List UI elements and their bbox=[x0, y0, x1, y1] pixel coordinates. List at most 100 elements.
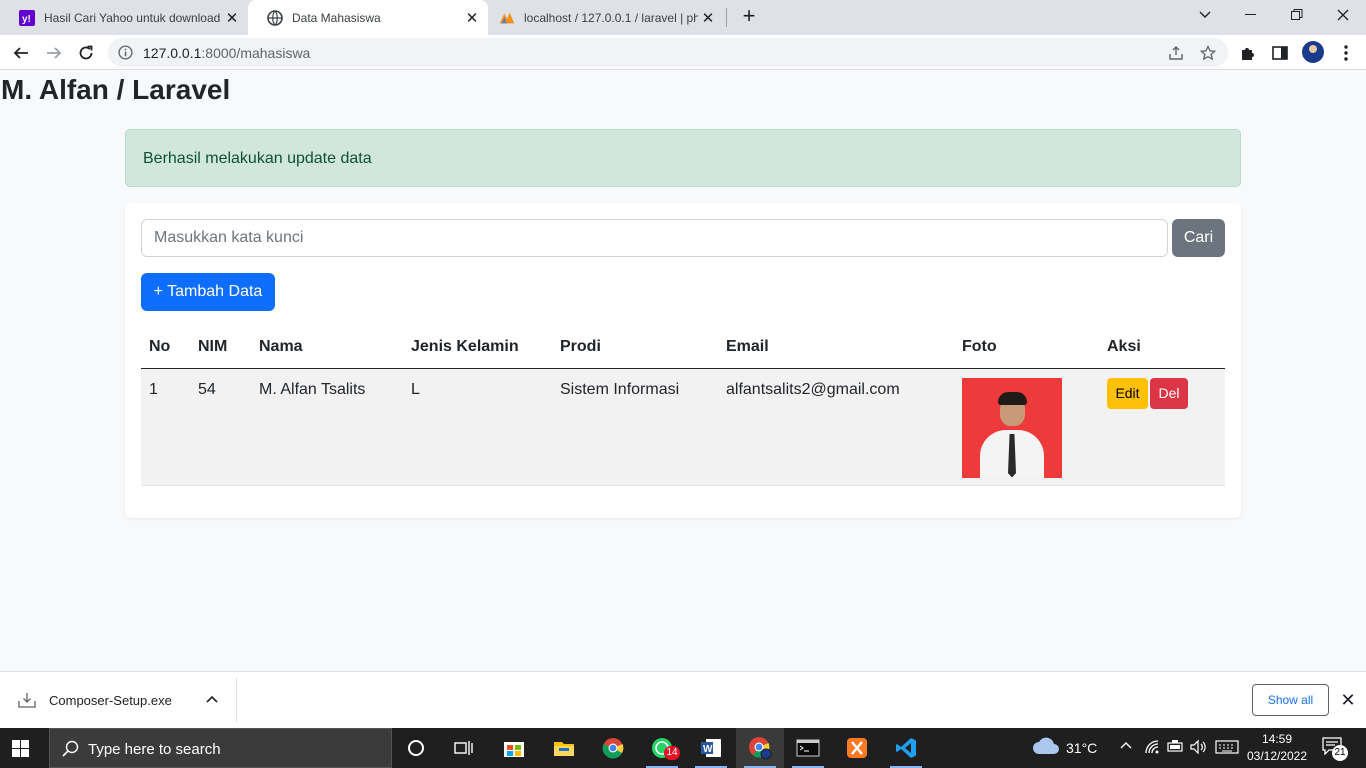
header-nim: NIM bbox=[190, 327, 251, 369]
back-arrow-icon[interactable] bbox=[7, 39, 35, 67]
edit-button[interactable]: Edit bbox=[1107, 377, 1148, 409]
cell-nama: M. Alfan Tsalits bbox=[251, 368, 403, 486]
header-aksi: Aksi bbox=[1099, 327, 1225, 369]
tab-title: Hasil Cari Yahoo untuk download bbox=[44, 10, 221, 25]
share-icon[interactable] bbox=[1166, 43, 1186, 63]
show-all-button[interactable]: Show all bbox=[1252, 684, 1329, 716]
search-button[interactable]: Cari bbox=[1172, 219, 1225, 257]
info-icon[interactable] bbox=[118, 45, 133, 65]
table-header-row: No NIM Nama Jenis Kelamin Prodi Email Fo… bbox=[141, 327, 1225, 369]
microsoft-store-icon[interactable] bbox=[490, 728, 538, 768]
close-tab-icon[interactable]: ✕ bbox=[698, 9, 718, 27]
windows-start-icon[interactable] bbox=[12, 740, 29, 762]
minimize-button[interactable] bbox=[1228, 0, 1274, 30]
header-jenis-kelamin: Jenis Kelamin bbox=[403, 327, 552, 369]
extensions-puzzle-icon[interactable] bbox=[1238, 43, 1258, 63]
header-no: No bbox=[141, 327, 190, 369]
add-data-button[interactable]: + Tambah Data bbox=[141, 273, 275, 311]
clock-date: 03/12/2022 bbox=[1246, 749, 1308, 763]
globe-icon bbox=[267, 9, 283, 26]
task-view-icon[interactable] bbox=[440, 728, 488, 768]
chrome-icon[interactable] bbox=[589, 728, 637, 768]
table-row: 1 54 M. Alfan Tsalits L Sistem Informasi… bbox=[141, 368, 1225, 486]
url-host: 127.0.0.1 bbox=[143, 45, 202, 61]
browser-tab-bar: y! Hasil Cari Yahoo untuk download ✕ Dat… bbox=[0, 0, 1366, 35]
weather-widget[interactable]: 31°C bbox=[1032, 737, 1097, 758]
cortana-icon[interactable] bbox=[392, 728, 440, 768]
cell-no: 1 bbox=[141, 368, 190, 486]
wifi-icon[interactable] bbox=[1144, 739, 1160, 760]
word-icon[interactable]: W bbox=[687, 728, 735, 768]
success-alert: Berhasil melakukan update data bbox=[125, 129, 1241, 187]
shelf-divider bbox=[236, 678, 237, 722]
close-window-button[interactable] bbox=[1320, 0, 1366, 30]
search-input[interactable] bbox=[141, 219, 1168, 257]
bookmark-star-icon[interactable] bbox=[1198, 43, 1218, 63]
new-tab-button[interactable]: + bbox=[737, 5, 761, 29]
delete-button[interactable]: Del bbox=[1150, 377, 1188, 409]
tab-title: Data Mahasiswa bbox=[292, 10, 381, 25]
cell-prodi: Sistem Informasi bbox=[552, 368, 718, 486]
header-email: Email bbox=[718, 327, 954, 369]
page-title: M. Alfan / Laravel bbox=[1, 74, 231, 105]
cell-jenis-kelamin: L bbox=[403, 368, 552, 486]
cloud-icon bbox=[1032, 737, 1060, 758]
xampp-icon[interactable] bbox=[833, 728, 881, 768]
forward-arrow-icon[interactable] bbox=[40, 39, 68, 67]
tab-phpmyadmin[interactable]: localhost / 127.0.0.1 / laravel | ph ✕ bbox=[480, 0, 724, 35]
vscode-icon[interactable] bbox=[882, 728, 930, 768]
search-icon bbox=[62, 740, 80, 763]
phpmyadmin-icon bbox=[499, 10, 515, 26]
notification-count: 21 bbox=[1332, 745, 1348, 761]
taskbar-search-placeholder: Type here to search bbox=[88, 741, 221, 758]
cell-aksi: Edit Del bbox=[1099, 368, 1225, 486]
download-shelf: Composer-Setup.exe Show all ✕ bbox=[0, 671, 1366, 728]
restore-button[interactable] bbox=[1274, 0, 1320, 30]
temperature: 31°C bbox=[1066, 739, 1098, 756]
url-path: :8000/mahasiswa bbox=[201, 45, 311, 61]
notification-center[interactable]: 21 bbox=[1322, 737, 1348, 761]
volume-icon[interactable] bbox=[1190, 739, 1208, 760]
close-icon[interactable]: ✕ bbox=[1338, 690, 1358, 710]
cell-email: alfantsalits2@gmail.com bbox=[718, 368, 954, 486]
chevron-up-icon[interactable] bbox=[205, 692, 219, 711]
profile-avatar[interactable] bbox=[1302, 41, 1324, 63]
whatsapp-badge: 14 bbox=[664, 746, 680, 760]
side-panel-icon[interactable] bbox=[1270, 43, 1290, 63]
data-card: Cari + Tambah Data No NIM Nama Jenis Kel… bbox=[125, 203, 1241, 518]
whatsapp-icon[interactable]: 14 bbox=[638, 728, 686, 768]
chrome-active-icon[interactable] bbox=[736, 728, 784, 768]
tab-separator bbox=[726, 8, 727, 27]
more-menu-icon[interactable] bbox=[1336, 43, 1356, 63]
tab-data-mahasiswa[interactable]: Data Mahasiswa ✕ bbox=[248, 0, 488, 35]
clock-time: 14:59 bbox=[1261, 732, 1293, 746]
header-nama: Nama bbox=[251, 327, 403, 369]
address-bar[interactable]: 127.0.0.1:8000/mahasiswa bbox=[108, 38, 1228, 67]
svg-text:W: W bbox=[703, 744, 713, 755]
svg-text:y!: y! bbox=[22, 14, 31, 25]
browser-toolbar: 127.0.0.1:8000/mahasiswa bbox=[0, 35, 1366, 70]
taskbar-clock[interactable]: 14:59 03/12/2022 bbox=[1244, 731, 1310, 765]
close-tab-icon[interactable]: ✕ bbox=[462, 9, 482, 27]
download-filename[interactable]: Composer-Setup.exe bbox=[49, 693, 172, 708]
terminal-icon[interactable] bbox=[784, 728, 832, 768]
taskbar-search-box[interactable]: Type here to search bbox=[49, 728, 392, 768]
chevron-up-icon[interactable] bbox=[1120, 739, 1132, 757]
close-tab-icon[interactable]: ✕ bbox=[222, 9, 242, 27]
reload-icon[interactable] bbox=[72, 39, 100, 67]
file-explorer-icon[interactable] bbox=[540, 728, 588, 768]
yahoo-icon: y! bbox=[19, 9, 35, 26]
tab-search-chevron-icon[interactable] bbox=[1182, 0, 1228, 30]
mahasiswa-table: No NIM Nama Jenis Kelamin Prodi Email Fo… bbox=[141, 327, 1225, 486]
student-photo bbox=[962, 377, 1062, 478]
cell-nim: 54 bbox=[190, 368, 251, 486]
header-foto: Foto bbox=[954, 327, 1099, 369]
tab-yahoo-search[interactable]: y! Hasil Cari Yahoo untuk download ✕ bbox=[0, 0, 248, 35]
tab-title: localhost / 127.0.0.1 / laravel | ph bbox=[524, 10, 698, 25]
url-text: 127.0.0.1:8000/mahasiswa bbox=[143, 45, 310, 61]
download-file-icon bbox=[18, 691, 36, 714]
keyboard-icon[interactable] bbox=[1215, 739, 1239, 760]
windows-taskbar: Type here to search 14 W 31°C 14:59 03/1… bbox=[0, 728, 1366, 768]
battery-icon[interactable] bbox=[1166, 739, 1184, 758]
header-prodi: Prodi bbox=[552, 327, 718, 369]
